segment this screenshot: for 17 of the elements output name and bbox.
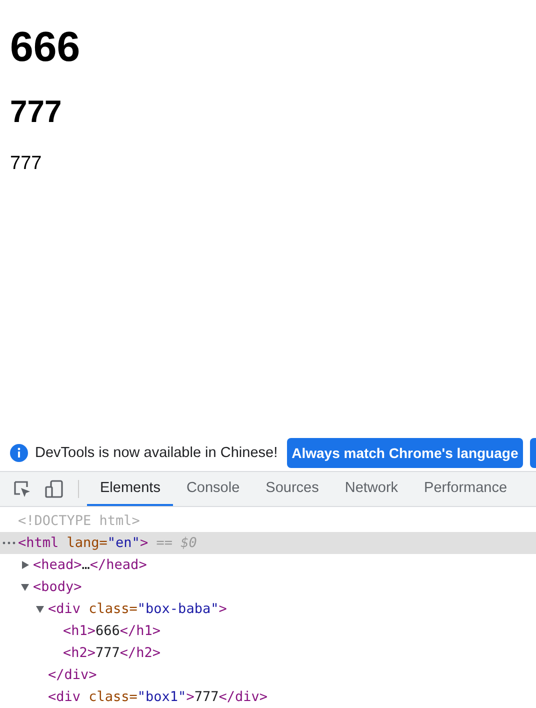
code-line[interactable]: </div>	[48, 667, 97, 683]
devtools-tab[interactable]: Sources	[252, 472, 332, 506]
code-line[interactable]: <head>…</head>	[33, 557, 147, 573]
page-text: 777	[10, 152, 43, 176]
code-line[interactable]: <div class="box-baba">	[48, 601, 227, 617]
code-line[interactable]: <h1>666</h1>	[63, 623, 161, 639]
code-line[interactable]: <div class="box1">777</div>	[48, 689, 268, 705]
devtools-tab[interactable]: Console	[173, 472, 253, 506]
code-line[interactable]: <body>	[33, 579, 82, 595]
devtools-tab[interactable]: Network	[332, 472, 412, 506]
code-line[interactable]: <h2>777</h2>	[63, 645, 161, 661]
match-language-button[interactable]: Always match Chrome's language	[286, 438, 524, 468]
devtools-tab[interactable]: Elements	[87, 472, 174, 506]
notification-message: DevTools is now available in Chinese!	[35, 445, 278, 461]
devtools-tab[interactable]: Performance	[411, 472, 520, 506]
page-heading: 666	[10, 23, 82, 71]
page-subheading: 777	[10, 94, 63, 130]
